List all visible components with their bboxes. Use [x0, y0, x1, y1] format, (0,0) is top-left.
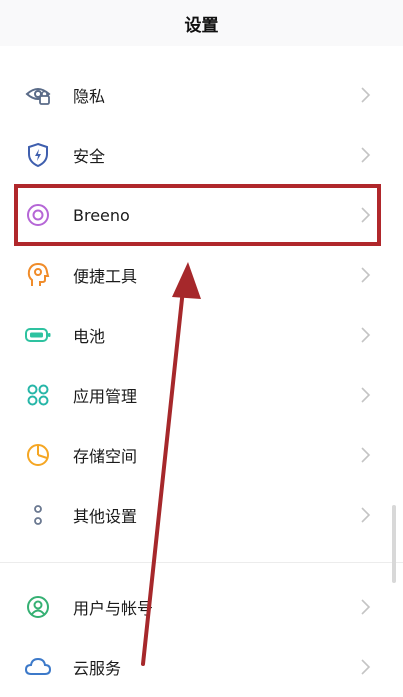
settings-item-label: 便捷工具 [73, 267, 138, 286]
shield-bolt-icon [24, 141, 52, 169]
battery-icon [24, 321, 52, 349]
page-title: 设置 [184, 15, 219, 36]
settings-item-label: 电池 [73, 327, 106, 346]
chevron-right-icon [361, 659, 371, 675]
settings-item-accounts[interactable]: 用户与帐号 [0, 577, 403, 637]
settings-item-app-management[interactable]: 应用管理 [0, 365, 403, 425]
settings-item-other[interactable]: 其他设置 [0, 485, 403, 545]
storage-pie-icon [24, 441, 52, 469]
settings-item-label: 隐私 [73, 87, 106, 106]
page-header: 设置 [0, 0, 403, 46]
settings-item-cloud[interactable]: 云服务 [0, 637, 403, 697]
settings-item-tools[interactable]: 便捷工具 [0, 245, 403, 305]
settings-item-label: 用户与帐号 [73, 599, 154, 618]
user-account-icon [24, 593, 52, 621]
settings-item-label: 安全 [73, 147, 106, 166]
chevron-right-icon [361, 387, 371, 403]
highlight-box [14, 184, 381, 246]
section-divider [0, 562, 403, 563]
privacy-eye-lock-icon [24, 81, 52, 109]
settings-item-label: 其他设置 [73, 507, 138, 526]
chevron-right-icon [361, 267, 371, 283]
chevron-right-icon [361, 599, 371, 615]
apps-grid-icon [24, 381, 52, 409]
settings-item-label: 云服务 [73, 659, 122, 678]
settings-item-battery[interactable]: 电池 [0, 305, 403, 365]
more-dots-icon [24, 501, 52, 529]
settings-item-privacy[interactable]: 隐私 [0, 65, 403, 125]
settings-item-storage[interactable]: 存储空间 [0, 425, 403, 485]
head-gear-icon [24, 261, 52, 289]
chevron-right-icon [361, 447, 371, 463]
chevron-right-icon [361, 327, 371, 343]
settings-item-label: 存储空间 [73, 447, 138, 466]
settings-item-security[interactable]: 安全 [0, 125, 403, 185]
chevron-right-icon [361, 147, 371, 163]
settings-item-label: 应用管理 [73, 387, 138, 406]
chevron-right-icon [361, 507, 371, 523]
chevron-right-icon [361, 87, 371, 103]
scrollbar[interactable] [392, 505, 396, 583]
